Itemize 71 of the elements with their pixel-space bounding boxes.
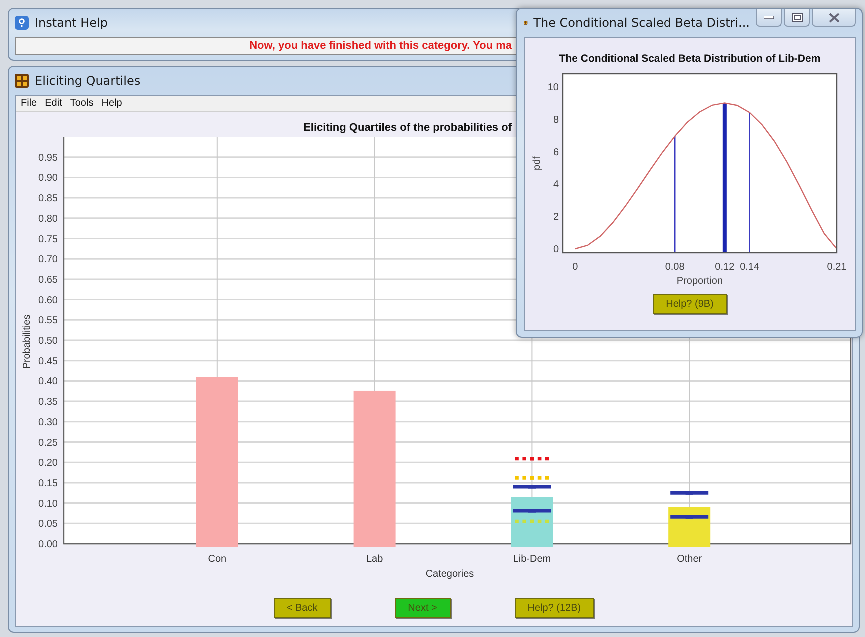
axis-tick-label: 0.14 <box>740 262 760 273</box>
category-label: Con <box>208 554 227 565</box>
axis-tick-label: 0.95 <box>38 152 58 164</box>
menu-item[interactable]: File <box>21 98 38 109</box>
x-axis-title: Proportion <box>676 276 724 287</box>
axis-tick-label: 10 <box>548 82 559 94</box>
category-label: Lib-Dem <box>513 554 552 565</box>
close-button[interactable] <box>812 9 856 27</box>
minimize-icon <box>764 16 774 20</box>
axis-tick-label: 2 <box>553 212 559 224</box>
axis-tick-label: 0.45 <box>38 356 58 368</box>
point <box>530 476 534 480</box>
axis-tick-label: 0.80 <box>38 214 58 225</box>
window-title: Eliciting Quartiles <box>35 74 141 88</box>
axis-tick-label: 0.21 <box>827 262 847 273</box>
nav-button[interactable]: Help? (12B) <box>514 598 594 618</box>
help-icon <box>15 16 29 30</box>
quartile-marker <box>513 509 552 513</box>
point <box>530 457 534 461</box>
axis-tick-label: 0.10 <box>38 498 58 510</box>
axis-tick-label: 0.20 <box>38 458 58 470</box>
menu-item[interactable]: Tools <box>70 98 94 109</box>
app-icon <box>15 74 29 88</box>
close-icon <box>828 12 840 22</box>
quartile-marker <box>513 476 552 480</box>
axis-tick-label: 0.55 <box>38 316 58 327</box>
y-axis-title: Probabilities <box>22 314 33 370</box>
quartile-marker <box>513 457 552 461</box>
message-text: Now, you have finished with this category. You ma <box>250 40 512 52</box>
axis-tick-label: 6 <box>553 147 559 158</box>
minimize-button[interactable] <box>756 9 782 27</box>
category-label: Other <box>677 554 702 565</box>
quartile-marker <box>513 520 552 524</box>
axis-tick-label: 0.75 <box>38 234 58 246</box>
axis-tick-label: 0.15 <box>38 478 58 490</box>
chart-title: Eliciting Quartiles of the probabilities of <box>304 122 512 134</box>
menu-item[interactable]: Edit <box>45 98 62 109</box>
axis-tick-label: 0.50 <box>38 336 58 347</box>
quartile-marker <box>513 485 552 489</box>
x-axis-title: Categories <box>426 569 474 580</box>
window-title: Instant Help <box>35 16 108 30</box>
quartile-marker <box>670 491 709 495</box>
point <box>530 520 534 524</box>
axis-tick-label: 0 <box>572 262 578 273</box>
category-label: Lab <box>366 554 384 565</box>
y-axis-title: pdf <box>532 156 543 170</box>
axis-tick-label: 4 <box>553 180 559 191</box>
axis-tick-label: 8 <box>553 114 559 126</box>
maximize-button[interactable] <box>784 9 810 27</box>
menu-item[interactable]: Help <box>102 98 122 109</box>
maximize-icon <box>792 13 802 22</box>
help-button[interactable]: Help? (9B) <box>653 294 727 314</box>
axis-tick-label: 0.08 <box>665 262 685 273</box>
axis-tick-label: 0 <box>553 244 559 256</box>
axis-tick-label: 0.65 <box>38 274 58 286</box>
nav-button[interactable]: Next > <box>394 598 451 618</box>
quartile-marker <box>670 515 709 519</box>
window-title: The Conditional Scaled Beta Distri... <box>534 16 750 30</box>
axis-tick-label: 0.85 <box>38 194 58 205</box>
axis-tick-label: 0.40 <box>38 376 58 388</box>
axis-tick-label: 0.30 <box>38 417 58 428</box>
axis-tick-label: 0.25 <box>38 438 58 449</box>
axis-tick-label: 0.00 <box>38 540 58 550</box>
chart-title: The Conditional Scaled Beta Distribution of Lib-Dem <box>559 53 821 65</box>
axis-tick-label: 0.60 <box>38 295 58 306</box>
axis-tick-label: 0.35 <box>38 397 58 408</box>
axis-tick-label: 0.12 <box>715 262 735 273</box>
axis-tick-label: 0.05 <box>38 519 58 530</box>
axis-tick-label: 0.70 <box>38 254 58 266</box>
axis-tick-label: 0.90 <box>38 173 58 184</box>
nav-button[interactable]: < Back <box>274 598 331 618</box>
